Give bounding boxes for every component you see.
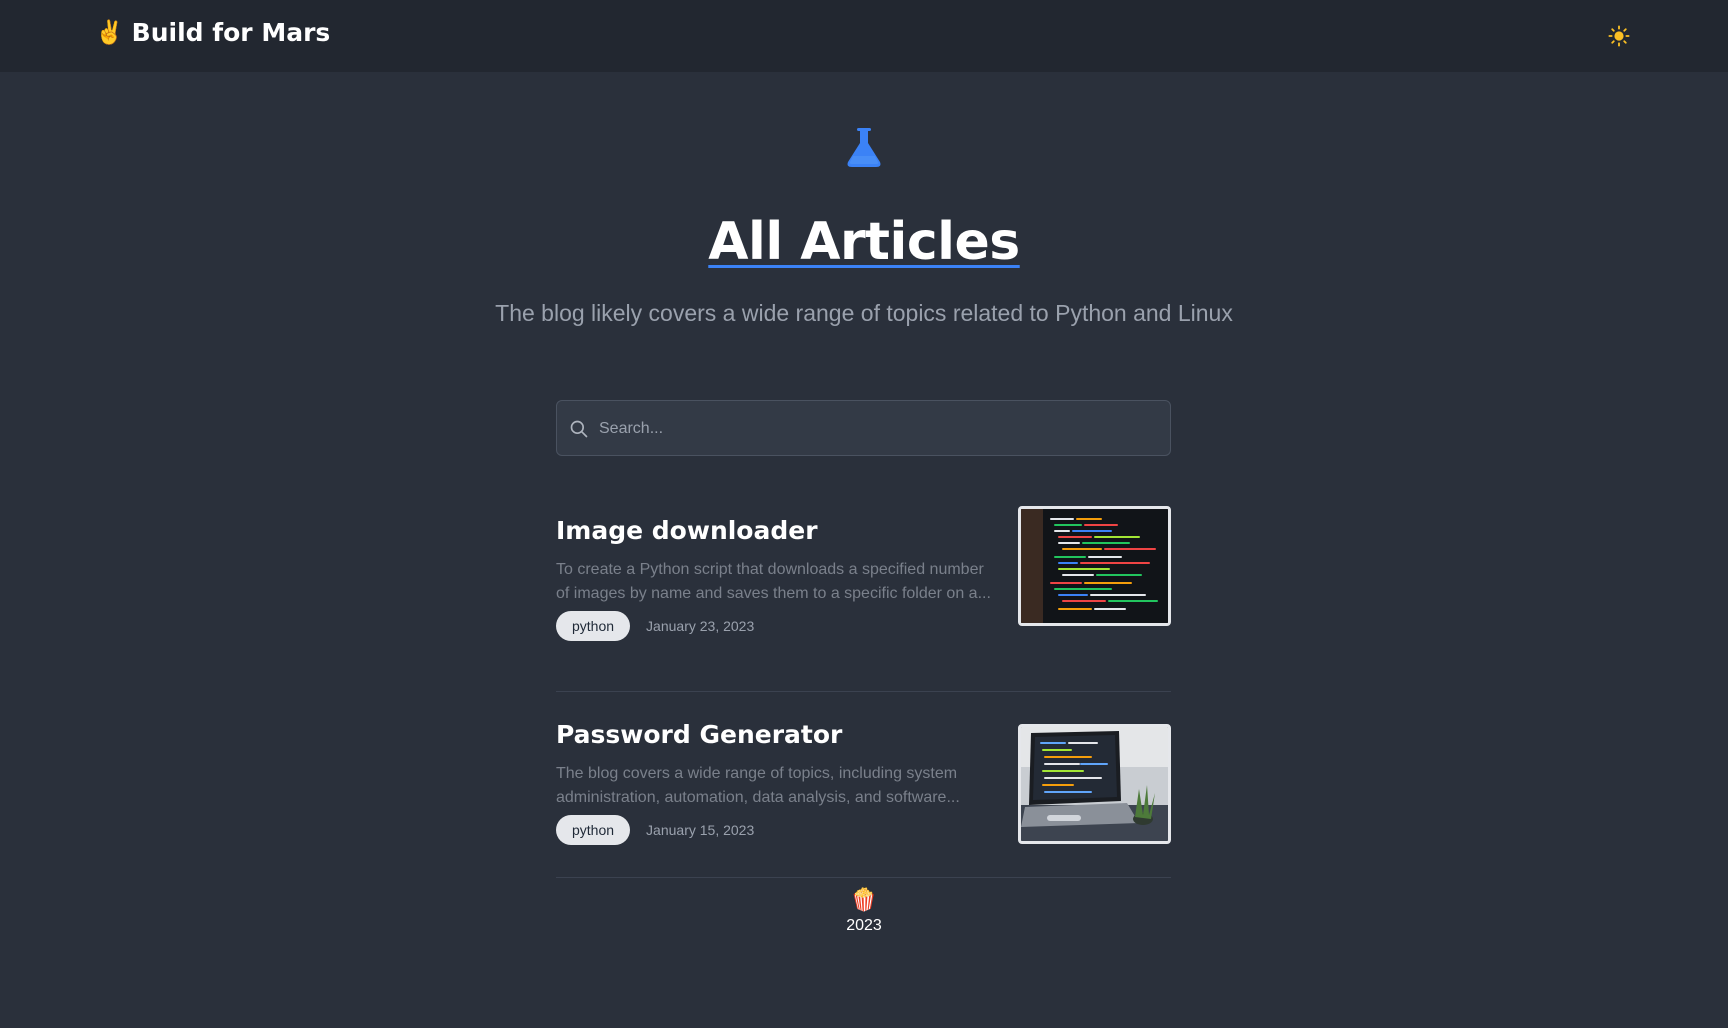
- article-date: January 15, 2023: [646, 822, 755, 838]
- article-meta: python January 15, 2023: [556, 815, 754, 845]
- article-date: January 23, 2023: [646, 618, 755, 634]
- code-screen-image[interactable]: [1018, 506, 1171, 626]
- brand-link[interactable]: ✌️ Build for Mars: [95, 18, 330, 47]
- brand-name: Build for Mars: [131, 18, 331, 47]
- article-excerpt: To create a Python script that downloads…: [556, 561, 991, 602]
- article-list: Image downloader To create a Python scri…: [556, 506, 1171, 878]
- code-screen-thumbnail: [1021, 509, 1168, 623]
- flask-icon: [847, 128, 881, 167]
- article-title[interactable]: Image downloader: [556, 516, 818, 545]
- article-title[interactable]: Password Generator: [556, 720, 842, 749]
- victory-hand-icon: ✌️: [95, 20, 124, 46]
- search-input[interactable]: [597, 401, 1161, 457]
- page-title: All Articles: [708, 212, 1020, 272]
- main-content: All Articles The blog likely covers a wi…: [0, 72, 1728, 1028]
- sun-icon: [1608, 25, 1630, 47]
- tag-python[interactable]: python: [556, 611, 631, 641]
- search-icon: [570, 420, 588, 438]
- top-bar: ✌️ Build for Mars: [0, 0, 1728, 73]
- search-box: [556, 400, 1171, 457]
- tag-python[interactable]: python: [556, 815, 631, 845]
- theme-toggle-button[interactable]: [1603, 20, 1635, 52]
- article-excerpt: The blog covers a wide range of topics, …: [556, 765, 960, 806]
- page-subtitle: The blog likely covers a wide range of t…: [495, 300, 1233, 326]
- footer-year: 2023: [846, 917, 882, 934]
- popcorn-icon: 🍿: [850, 887, 878, 912]
- laptop-code-thumbnail: [1021, 727, 1168, 841]
- laptop-code-image[interactable]: [1018, 724, 1171, 844]
- article-meta: python January 23, 2023: [556, 611, 754, 641]
- footer: 🍿 2023: [0, 887, 1728, 935]
- article-item: Image downloader To create a Python scri…: [556, 506, 1171, 692]
- article-item: Password Generator The blog covers a wid…: [556, 692, 1171, 878]
